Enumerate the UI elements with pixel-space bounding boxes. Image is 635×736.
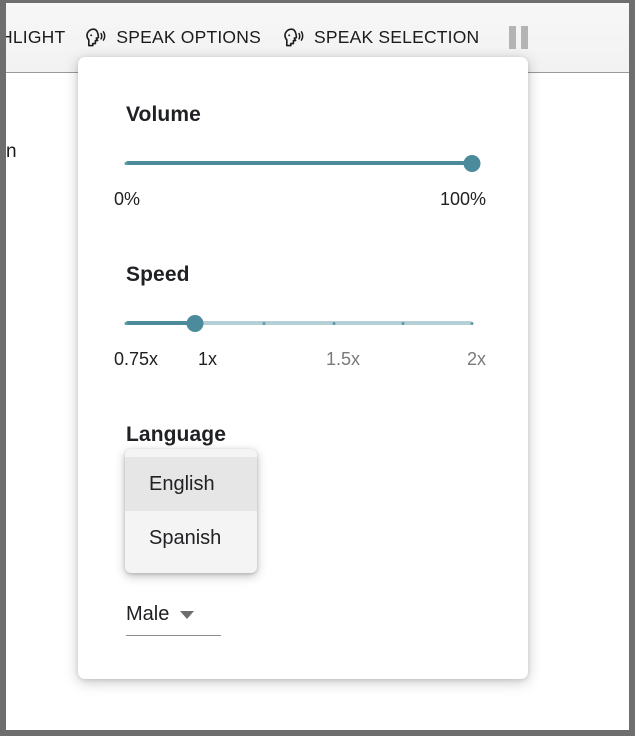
volume-max-label: 100% xyxy=(439,189,486,209)
speed-slider-fill xyxy=(126,321,196,325)
volume-slider-thumb[interactable] xyxy=(463,155,481,172)
speed-label-1x: 1x xyxy=(198,349,218,369)
speed-tick-100 xyxy=(470,322,474,325)
language-option-spanish[interactable]: Spanish xyxy=(125,511,257,565)
speed-tick-60 xyxy=(332,322,336,325)
volume-min-label: 0% xyxy=(114,189,141,209)
pause-icon xyxy=(509,26,517,49)
speak-head-icon xyxy=(281,27,305,49)
language-dropdown-menu: English Spanish xyxy=(125,449,257,573)
speed-tick-0 xyxy=(124,322,128,325)
speed-label-15x: 1.5x xyxy=(326,349,361,369)
speed-slider[interactable] xyxy=(124,313,474,333)
browser-window: HLIGHT SPEAK OPTIONS SPEAK SELECTION n V… xyxy=(0,0,635,736)
speed-tick-40 xyxy=(262,322,266,325)
toolbar-highlight-label: HLIGHT xyxy=(6,27,66,47)
voice-select[interactable]: Male xyxy=(126,603,221,636)
speed-slider-thumb[interactable] xyxy=(186,315,204,332)
volume-tick-min xyxy=(124,162,128,165)
pause-button[interactable] xyxy=(509,26,529,49)
language-section-title: Language xyxy=(126,423,226,446)
language-option-english[interactable]: English xyxy=(125,457,257,511)
chevron-down-icon xyxy=(180,610,195,619)
page-text-fragment: n xyxy=(6,141,17,162)
volume-slider[interactable] xyxy=(124,153,481,173)
speed-section-title: Speed xyxy=(126,263,190,286)
speed-label-2x: 2x xyxy=(467,349,487,369)
speak-options-panel: Volume 0% 100% Speed 0.75x 1x 1.5x 2x La… xyxy=(78,57,528,679)
volume-slider-fill xyxy=(126,161,472,165)
toolbar-speak-selection-label: SPEAK SELECTION xyxy=(313,27,480,47)
speak-head-icon xyxy=(83,27,107,49)
volume-section-title: Volume xyxy=(126,103,201,126)
speed-tick-80 xyxy=(401,322,405,325)
toolbar-item-highlight[interactable]: HLIGHT xyxy=(6,3,66,72)
voice-select-value: Male xyxy=(126,603,170,625)
toolbar-speak-options-label: SPEAK OPTIONS xyxy=(116,27,261,47)
speed-label-075x: 0.75x xyxy=(114,349,159,369)
pause-icon-bar-2 xyxy=(521,26,529,49)
